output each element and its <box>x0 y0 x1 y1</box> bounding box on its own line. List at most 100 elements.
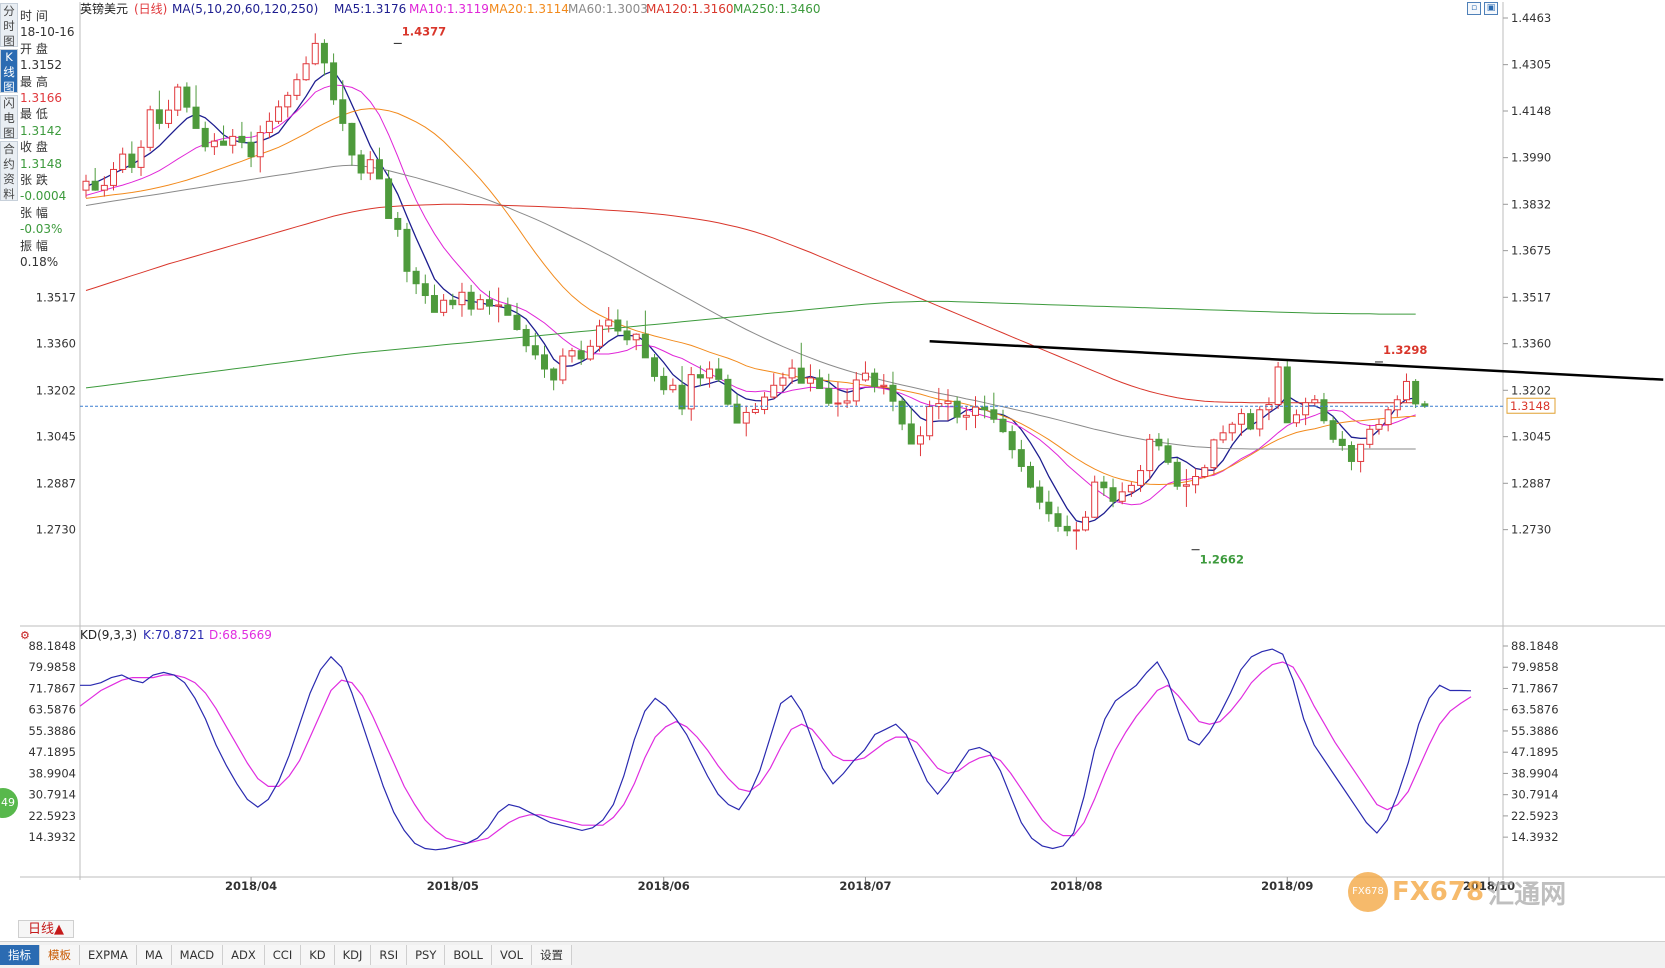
candle[interactable] <box>238 121 246 149</box>
candle[interactable] <box>348 122 356 166</box>
candle[interactable] <box>440 294 448 317</box>
candle[interactable] <box>1210 438 1218 475</box>
candle[interactable] <box>761 392 769 415</box>
candle[interactable] <box>669 378 677 393</box>
candle[interactable] <box>568 347 576 363</box>
candle[interactable] <box>449 293 457 310</box>
toolbar-psy[interactable]: PSY <box>407 945 446 965</box>
candle[interactable] <box>467 284 475 316</box>
candle[interactable] <box>394 211 402 237</box>
candle[interactable] <box>1412 379 1420 409</box>
candle[interactable] <box>1228 421 1236 441</box>
candle[interactable] <box>852 371 860 406</box>
candle[interactable] <box>330 53 338 105</box>
candle[interactable] <box>1219 425 1227 444</box>
candle[interactable] <box>137 140 145 176</box>
tab-time-sharing[interactable]: 分时图 <box>0 3 18 48</box>
candle[interactable] <box>641 310 649 359</box>
candle[interactable] <box>421 274 429 304</box>
toolbar-boll[interactable]: BOLL <box>445 945 492 965</box>
candle[interactable] <box>1292 409 1300 427</box>
candle[interactable] <box>550 367 558 391</box>
candle[interactable] <box>632 333 640 351</box>
candle[interactable] <box>366 151 374 181</box>
candle[interactable] <box>788 359 796 384</box>
candle[interactable] <box>110 162 118 191</box>
candle[interactable] <box>165 99 173 129</box>
candle[interactable] <box>1192 468 1200 494</box>
candle[interactable] <box>825 373 833 406</box>
candle[interactable] <box>476 294 484 310</box>
candle[interactable] <box>1283 361 1291 424</box>
candle[interactable] <box>1247 408 1255 431</box>
candle[interactable] <box>751 402 759 415</box>
tab-k-line[interactable]: K线图 <box>0 49 18 94</box>
toolbar-vol[interactable]: VOL <box>491 945 533 965</box>
candle[interactable] <box>953 396 961 424</box>
candle[interactable] <box>412 267 420 295</box>
toolbar-settings[interactable]: 设置 <box>532 945 573 965</box>
candle[interactable] <box>1082 511 1090 532</box>
toolbar-ma[interactable]: MA <box>136 945 172 965</box>
candle[interactable] <box>201 121 209 152</box>
candle[interactable] <box>522 324 530 353</box>
candle[interactable] <box>1173 457 1181 490</box>
candle[interactable] <box>1384 406 1392 432</box>
candle[interactable] <box>1201 464 1209 479</box>
candle[interactable] <box>375 147 383 180</box>
candle[interactable] <box>1265 397 1273 421</box>
toolbar-indicator[interactable]: 指标 <box>0 945 40 965</box>
candle[interactable] <box>1054 506 1062 532</box>
candle[interactable] <box>1137 464 1145 492</box>
candle[interactable] <box>265 112 273 139</box>
candle[interactable] <box>724 374 732 406</box>
candle[interactable] <box>155 90 163 130</box>
candle[interactable] <box>1311 395 1319 406</box>
candle[interactable] <box>119 147 127 173</box>
candle[interactable] <box>485 290 493 315</box>
candle[interactable] <box>861 361 869 382</box>
candle[interactable] <box>1036 480 1044 510</box>
candle[interactable] <box>210 133 218 155</box>
candle[interactable] <box>1008 425 1016 459</box>
candle[interactable] <box>541 345 548 378</box>
candle[interactable] <box>1421 400 1429 409</box>
candle[interactable] <box>91 167 99 191</box>
candle[interactable] <box>430 284 438 313</box>
candle[interactable] <box>1274 361 1282 409</box>
candle[interactable] <box>513 302 521 331</box>
candle[interactable] <box>944 389 952 421</box>
candle[interactable] <box>302 56 310 81</box>
candle[interactable] <box>1357 443 1365 473</box>
candle[interactable] <box>293 73 301 101</box>
candle[interactable] <box>1146 433 1154 480</box>
candle[interactable] <box>1302 397 1310 426</box>
chart-canvas[interactable]: 1.3148 1.4377 1.3298 1.2662 1.4463 1.4305 1.4… <box>0 0 1665 941</box>
candle[interactable] <box>1347 441 1355 471</box>
toolbar-macd[interactable]: MACD <box>171 945 224 965</box>
candle[interactable] <box>614 309 622 336</box>
candle[interactable] <box>715 358 723 383</box>
toolbar-rsi[interactable]: RSI <box>371 945 408 965</box>
candle[interactable] <box>311 33 319 66</box>
candle[interactable] <box>531 332 539 360</box>
period-selector-button[interactable]: 日线▲ <box>18 920 74 938</box>
candle[interactable] <box>1164 438 1172 465</box>
candle[interactable] <box>1256 406 1264 437</box>
candle[interactable] <box>1027 461 1035 489</box>
candle[interactable] <box>1182 469 1190 507</box>
toolbar-adx[interactable]: ADX <box>223 945 265 965</box>
candle[interactable] <box>907 408 915 445</box>
candle[interactable] <box>1402 373 1410 403</box>
candle[interactable] <box>385 170 393 219</box>
candle[interactable] <box>742 405 750 437</box>
candle[interactable] <box>284 91 292 118</box>
kd-settings-icon[interactable]: ⚙ <box>20 629 30 642</box>
restore-icon[interactable]: ▫ <box>1467 2 1481 15</box>
candle[interactable] <box>733 393 741 424</box>
candle[interactable] <box>495 287 503 323</box>
toolbar-kd[interactable]: KD <box>301 945 335 965</box>
candle[interactable] <box>999 409 1007 434</box>
candle[interactable] <box>586 339 594 361</box>
candle[interactable] <box>357 149 365 181</box>
